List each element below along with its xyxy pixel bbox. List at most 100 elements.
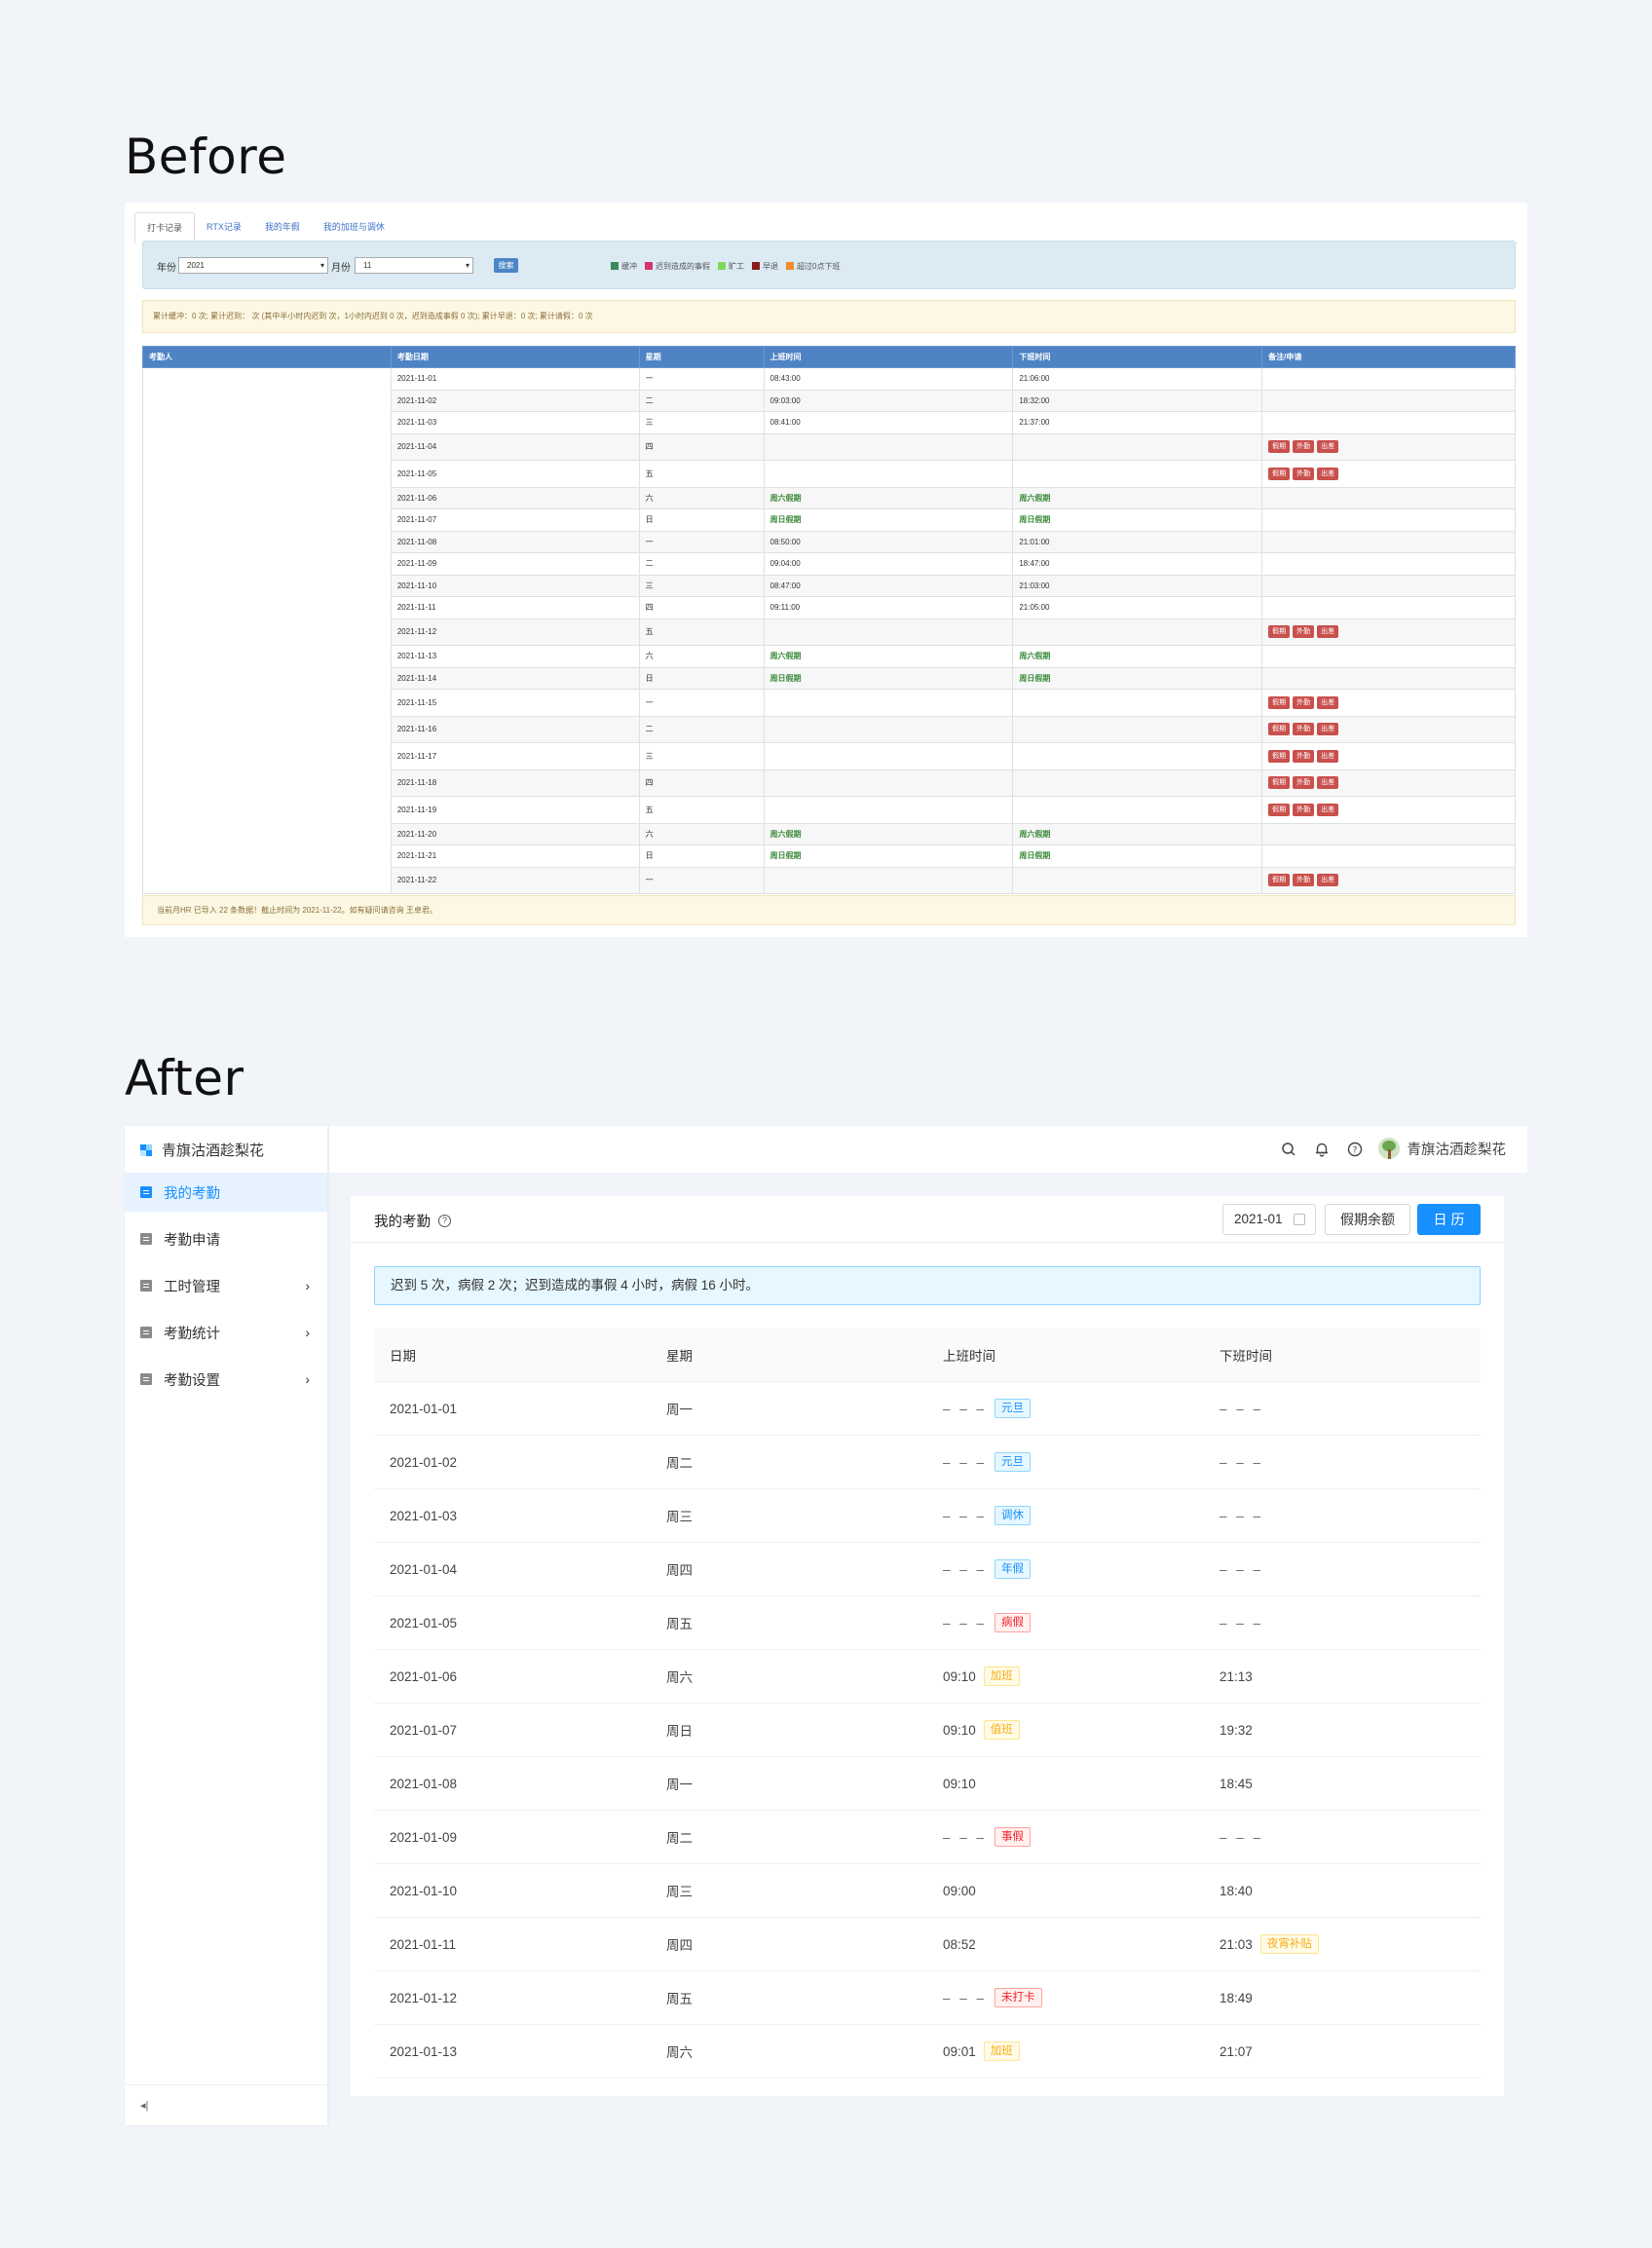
leave-button[interactable]: 假期 — [1268, 803, 1291, 816]
table-row: 2021-11-01 一 08:43:00 21:06:00 — [142, 367, 1516, 894]
document-icon — [140, 1373, 152, 1385]
clock-in-cell: 09:00 — [927, 1884, 1204, 1898]
before-screenshot: 打卡记录 RTX记录 我的年假 我的加班与调休 年份 2021 ▾ 月份 11 ▾ … — [125, 203, 1527, 937]
business-trip-button[interactable]: 出差 — [1317, 440, 1339, 454]
sidebar-item[interactable]: 工时管理 › — [125, 1266, 327, 1305]
year-label: 年份 — [157, 263, 176, 274]
business-trip-button[interactable]: 出差 — [1317, 695, 1339, 709]
sidebar-nav: 我的考勤 考勤申请 工时管理 › 考勤统计 › 考勤设置 › — [125, 1173, 327, 1399]
date-cell: 2021-01-01 — [390, 1401, 458, 1416]
leave-balance-button[interactable]: 假期余额 — [1325, 1204, 1410, 1235]
leave-button[interactable]: 假期 — [1268, 440, 1291, 454]
before-heading: Before — [125, 129, 287, 185]
clock-in-cell: 周六假期 — [763, 822, 1014, 845]
col-remarks: 备注/申请 — [1261, 346, 1516, 368]
clock-in-cell: 08:43:00 — [763, 367, 1014, 391]
tab-rtx-records[interactable]: RTX记录 — [195, 212, 253, 243]
brand[interactable]: 青旗沽酒趁梨花 — [125, 1126, 327, 1173]
clock-out-value: – – – — [1220, 1508, 1264, 1523]
clock-in-value: – – – — [943, 1508, 988, 1523]
business-trip-button[interactable]: 出差 — [1317, 803, 1339, 816]
weekday-cell: 五 — [638, 796, 765, 824]
clock-out-value: – – – — [1220, 1561, 1264, 1577]
user-menu[interactable]: 青旗沽酒趁梨花 — [1377, 1138, 1506, 1159]
leave-button[interactable]: 假期 — [1268, 874, 1291, 887]
sidebar: 青旗沽酒趁梨花 我的考勤 考勤申请 工时管理 › 考勤统计 › 考勤设置 › ◂| — [125, 1126, 327, 2125]
field-work-button[interactable]: 外勤 — [1293, 695, 1315, 709]
remarks-cell — [1261, 389, 1516, 412]
business-trip-button[interactable]: 出差 — [1317, 467, 1339, 480]
question-circle-icon[interactable]: ? — [438, 1215, 451, 1227]
month-picker[interactable]: 2021-01 — [1222, 1204, 1316, 1235]
clock-out-cell: 19:32 — [1204, 1723, 1481, 1738]
legend-swatch — [611, 262, 619, 270]
field-work-button[interactable]: 外勤 — [1293, 440, 1315, 454]
date-cell: 2021-01-04 — [390, 1561, 458, 1577]
chevron-right-icon: › — [305, 1278, 310, 1293]
page-title-text: 我的考勤 — [374, 1215, 431, 1230]
table-row: 2021-01-08 周一 09:10 18:45 — [374, 1757, 1481, 1811]
month-select-value: 11 — [363, 261, 372, 270]
remarks-cell — [1261, 367, 1516, 391]
business-trip-button[interactable]: 出差 — [1317, 874, 1339, 887]
leave-button[interactable]: 假期 — [1268, 776, 1291, 790]
field-work-button[interactable]: 外勤 — [1293, 874, 1315, 887]
year-select[interactable]: 2021 ▾ — [178, 257, 328, 274]
leave-button[interactable]: 假期 — [1268, 625, 1291, 639]
search-icon[interactable] — [1280, 1141, 1297, 1158]
leave-button[interactable]: 假期 — [1268, 723, 1291, 736]
clock-out-cell — [1012, 689, 1263, 717]
clock-in-cell: 09:03:00 — [763, 389, 1014, 412]
leave-button[interactable]: 假期 — [1268, 695, 1291, 709]
field-work-button[interactable]: 外勤 — [1293, 723, 1315, 736]
date-cell: 2021-01-12 — [390, 1990, 458, 2005]
remarks-cell: 假期 外勤 出差 — [1261, 742, 1516, 770]
business-trip-button[interactable]: 出差 — [1317, 625, 1339, 639]
leave-button[interactable]: 假期 — [1268, 749, 1291, 763]
month-select[interactable]: 11 ▾ — [355, 257, 473, 274]
clock-in-cell: 09:04:00 — [763, 552, 1014, 576]
tab-my-annual-leave[interactable]: 我的年假 — [253, 212, 312, 243]
business-trip-button[interactable]: 出差 — [1317, 749, 1339, 763]
date-cell: 2021-11-06 — [390, 486, 640, 509]
clock-in-cell: 周日假期 — [763, 844, 1014, 868]
remarks-cell — [1261, 574, 1516, 597]
bell-icon[interactable] — [1313, 1141, 1331, 1158]
legend-item: 早退 — [752, 261, 778, 272]
field-work-button[interactable]: 外勤 — [1293, 749, 1315, 763]
field-work-button[interactable]: 外勤 — [1293, 625, 1315, 639]
month-picker-value: 2021-01 — [1234, 1212, 1283, 1226]
weekday-cell: 周四 — [666, 1938, 693, 1953]
remarks-cell — [1261, 822, 1516, 845]
remarks-cell — [1261, 486, 1516, 509]
business-trip-button[interactable]: 出差 — [1317, 776, 1339, 790]
col-weekday: 星期 — [666, 1349, 693, 1364]
help-icon[interactable]: ? — [1346, 1141, 1364, 1158]
field-work-button[interactable]: 外勤 — [1293, 776, 1315, 790]
date-cell: 2021-11-21 — [390, 844, 640, 868]
sidebar-item[interactable]: 考勤统计 › — [125, 1313, 327, 1352]
clock-in-value: – – – — [943, 1615, 988, 1630]
weekday-cell: 周五 — [666, 1617, 693, 1631]
sidebar-item[interactable]: 考勤设置 › — [125, 1360, 327, 1399]
attendance-card: 我的考勤 ? 2021-01 假期余额 日历 迟到 5 次，病假 2 次；迟到造… — [351, 1196, 1504, 2096]
tab-punch-records[interactable]: 打卡记录 — [134, 212, 196, 244]
table-row: 2021-01-01 周一 – – – 元旦 – – – — [374, 1382, 1481, 1436]
weekday-cell: 四 — [638, 432, 765, 461]
sidebar-collapse-button[interactable]: ◂| — [125, 2084, 327, 2125]
field-work-button[interactable]: 外勤 — [1293, 803, 1315, 816]
sidebar-item[interactable]: 我的考勤 — [125, 1173, 327, 1212]
search-button[interactable]: 搜索 — [494, 258, 518, 273]
clock-out-cell: 周六假期 — [1012, 486, 1263, 509]
business-trip-button[interactable]: 出差 — [1317, 723, 1339, 736]
status-tag: 调休 — [995, 1506, 1032, 1525]
leave-button[interactable]: 假期 — [1268, 467, 1291, 480]
legend-swatch — [752, 262, 760, 270]
date-cell: 2021-01-02 — [390, 1454, 458, 1470]
calendar-button[interactable]: 日历 — [1417, 1204, 1481, 1235]
field-work-button[interactable]: 外勤 — [1293, 467, 1315, 480]
sidebar-item[interactable]: 考勤申请 — [125, 1219, 327, 1258]
sidebar-item-label: 考勤设置 — [164, 1372, 220, 1389]
tab-overtime-and-comp[interactable]: 我的加班与调休 — [312, 212, 396, 243]
clock-in-cell: 周日假期 — [763, 508, 1014, 532]
